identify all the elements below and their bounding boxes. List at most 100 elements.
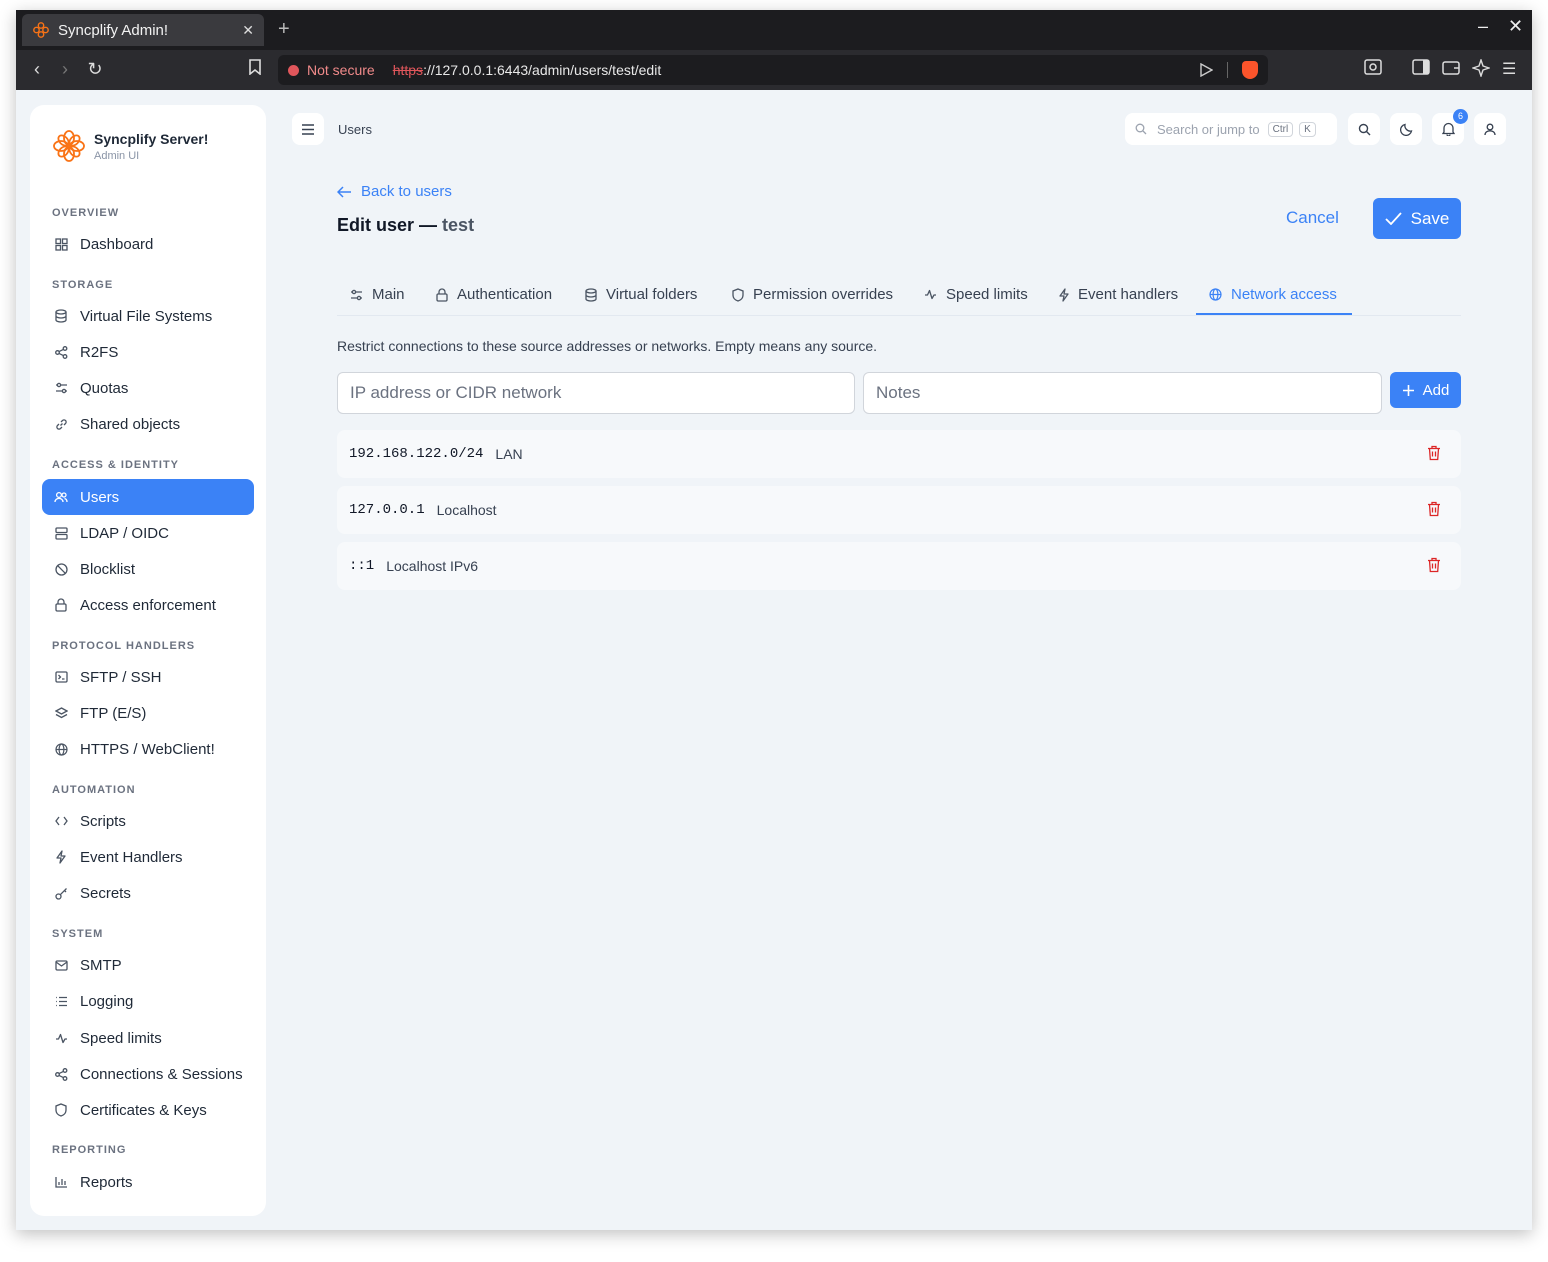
shield-icon xyxy=(54,1103,68,1117)
bolt-icon xyxy=(54,850,68,864)
sidebar-item-quotas[interactable]: Quotas xyxy=(42,370,254,406)
wallet-icon[interactable] xyxy=(1442,59,1460,80)
sidebar: Syncplify Server! Admin UI OVERVIEW Dash… xyxy=(30,105,266,1216)
tab-label: Event handlers xyxy=(1078,286,1179,303)
sidebar-item-sftp-ssh[interactable]: SFTP / SSH xyxy=(42,659,254,695)
sidebar-item-smtp[interactable]: SMTP xyxy=(42,947,254,983)
share-page-icon[interactable] xyxy=(1199,63,1213,77)
url-path: ://127.0.0.1:6443/admin/users/test/edit xyxy=(423,62,662,78)
notes-input[interactable]: Notes xyxy=(863,372,1382,414)
menu-toggle-button[interactable] xyxy=(292,113,324,145)
browser-menu-icon[interactable]: ☰ xyxy=(1502,59,1516,79)
terminal-icon xyxy=(54,670,68,684)
forward-nav-icon[interactable]: › xyxy=(54,59,76,80)
check-icon xyxy=(1384,212,1402,225)
user-edit-tabs: Main Authentication Virtual folders Perm… xyxy=(337,280,1461,316)
close-window-icon[interactable]: ✕ xyxy=(1508,16,1523,37)
sidebar-item-label: Users xyxy=(80,488,120,506)
sidebar-item-ldap-oidc[interactable]: LDAP / OIDC xyxy=(42,515,254,551)
page-title: Edit user — test xyxy=(337,215,474,236)
sidebar-item-label: HTTPS / WebClient! xyxy=(80,740,215,758)
layers-icon xyxy=(54,706,68,720)
section-automation: AUTOMATION xyxy=(52,784,136,796)
sidebar-item-users[interactable]: Users xyxy=(42,479,254,515)
ip-address-placeholder: IP address or CIDR network xyxy=(350,383,562,402)
tab-authentication[interactable]: Authentication xyxy=(436,286,552,303)
browser-tab[interactable]: Syncplify Admin! ✕ xyxy=(22,14,264,46)
trash-icon[interactable] xyxy=(1427,501,1441,520)
sidebar-item-r2fs[interactable]: R2FS xyxy=(42,334,254,370)
ip-address-input[interactable]: IP address or CIDR network xyxy=(337,372,855,414)
section-protocol-handlers: PROTOCOL HANDLERS xyxy=(52,640,196,652)
network-note: Localhost xyxy=(436,502,497,518)
sidebar-item-label: Event Handlers xyxy=(80,848,183,866)
save-label: Save xyxy=(1410,208,1450,228)
url-divider xyxy=(1227,62,1228,78)
leo-ai-icon[interactable] xyxy=(1470,57,1492,82)
sidebar-item-access-enforcement[interactable]: Access enforcement xyxy=(42,587,254,623)
tab-permission-overrides[interactable]: Permission overrides xyxy=(732,286,893,303)
section-storage: STORAGE xyxy=(52,279,114,291)
section-reporting: REPORTING xyxy=(52,1144,127,1156)
screenshot-icon[interactable] xyxy=(1364,59,1382,80)
network-entry-row: ::1 Localhost IPv6 xyxy=(337,542,1461,590)
back-to-users-link[interactable]: Back to users xyxy=(337,183,452,200)
database-icon xyxy=(585,287,597,302)
sidebar-item-secrets[interactable]: Secrets xyxy=(42,875,254,911)
reload-icon[interactable]: ↻ xyxy=(84,59,106,80)
browser-window: Syncplify Admin! ✕ + – ✕ ‹ › ↻ Not secur… xyxy=(16,10,1532,1230)
tab-virtual-folders[interactable]: Virtual folders xyxy=(585,286,697,303)
brand-subtitle: Admin UI xyxy=(94,149,140,162)
sidebar-item-speed-limits[interactable]: Speed limits xyxy=(42,1020,254,1056)
brand[interactable]: Syncplify Server! Admin UI xyxy=(52,129,208,163)
tab-event-handlers[interactable]: Event handlers xyxy=(1059,286,1178,303)
new-tab-icon[interactable]: + xyxy=(278,18,290,41)
network-address: ::1 xyxy=(349,558,375,574)
sidebar-item-virtual-file-systems[interactable]: Virtual File Systems xyxy=(42,298,254,334)
sidebar-item-logging[interactable]: Logging xyxy=(42,983,254,1019)
tab-speed-limits[interactable]: Speed limits xyxy=(924,286,1028,303)
sidebar-item-event-handlers[interactable]: Event Handlers xyxy=(42,839,254,875)
bookmark-icon[interactable] xyxy=(244,59,266,80)
arrow-left-icon xyxy=(337,185,351,198)
close-tab-icon[interactable]: ✕ xyxy=(242,22,254,39)
browser-toolbar: ‹ › ↻ Not secure https://127.0.0.1:6443/… xyxy=(16,50,1532,90)
sidebar-item-shared-objects[interactable]: Shared objects xyxy=(42,406,254,442)
sidebar-item-https-webclient[interactable]: HTTPS / WebClient! xyxy=(42,731,254,767)
sidebar-item-reports[interactable]: Reports xyxy=(42,1164,254,1200)
search-input[interactable]: Search or jump to Ctrl K xyxy=(1125,113,1337,145)
address-bar[interactable]: Not secure https://127.0.0.1:6443/admin/… xyxy=(278,55,1268,85)
sidebar-item-blocklist[interactable]: Blocklist xyxy=(42,551,254,587)
not-secure-icon xyxy=(288,64,299,76)
mail-icon xyxy=(54,958,68,972)
network-entry-row: 127.0.0.1 Localhost xyxy=(337,486,1461,534)
trash-icon[interactable] xyxy=(1427,445,1441,464)
search-icon xyxy=(1358,123,1370,135)
search-button[interactable] xyxy=(1348,113,1380,145)
back-nav-icon[interactable]: ‹ xyxy=(26,59,48,80)
sidebar-item-connections-sessions[interactable]: Connections & Sessions xyxy=(42,1056,254,1092)
sidebar-item-certificates-keys[interactable]: Certificates & Keys xyxy=(42,1092,254,1128)
chart-icon xyxy=(54,1175,68,1189)
cancel-button[interactable]: Cancel xyxy=(1286,208,1339,228)
brave-shield-icon[interactable] xyxy=(1242,61,1258,79)
tab-network-access[interactable]: Network access xyxy=(1209,286,1337,303)
code-icon xyxy=(54,814,68,828)
save-button[interactable]: Save xyxy=(1373,198,1461,239)
add-network-button[interactable]: Add xyxy=(1390,372,1461,408)
sidebar-item-scripts[interactable]: Scripts xyxy=(42,803,254,839)
sidebar-item-label: Scripts xyxy=(80,812,126,830)
minimize-icon[interactable]: – xyxy=(1478,16,1488,37)
lock-icon xyxy=(54,598,68,612)
sidebar-item-ftp[interactable]: FTP (E/S) xyxy=(42,695,254,731)
moon-icon xyxy=(1399,123,1412,136)
sidebar-item-label: Virtual File Systems xyxy=(80,307,213,325)
trash-icon[interactable] xyxy=(1427,557,1441,576)
sidebar-item-dashboard[interactable]: Dashboard xyxy=(42,226,254,262)
user-menu-button[interactable] xyxy=(1474,113,1506,145)
sidebar-toggle-icon[interactable] xyxy=(1412,59,1430,80)
notes-placeholder: Notes xyxy=(876,383,921,402)
tab-main[interactable]: Main xyxy=(350,286,405,303)
title-username: test xyxy=(442,215,475,235)
theme-toggle-button[interactable] xyxy=(1390,113,1422,145)
